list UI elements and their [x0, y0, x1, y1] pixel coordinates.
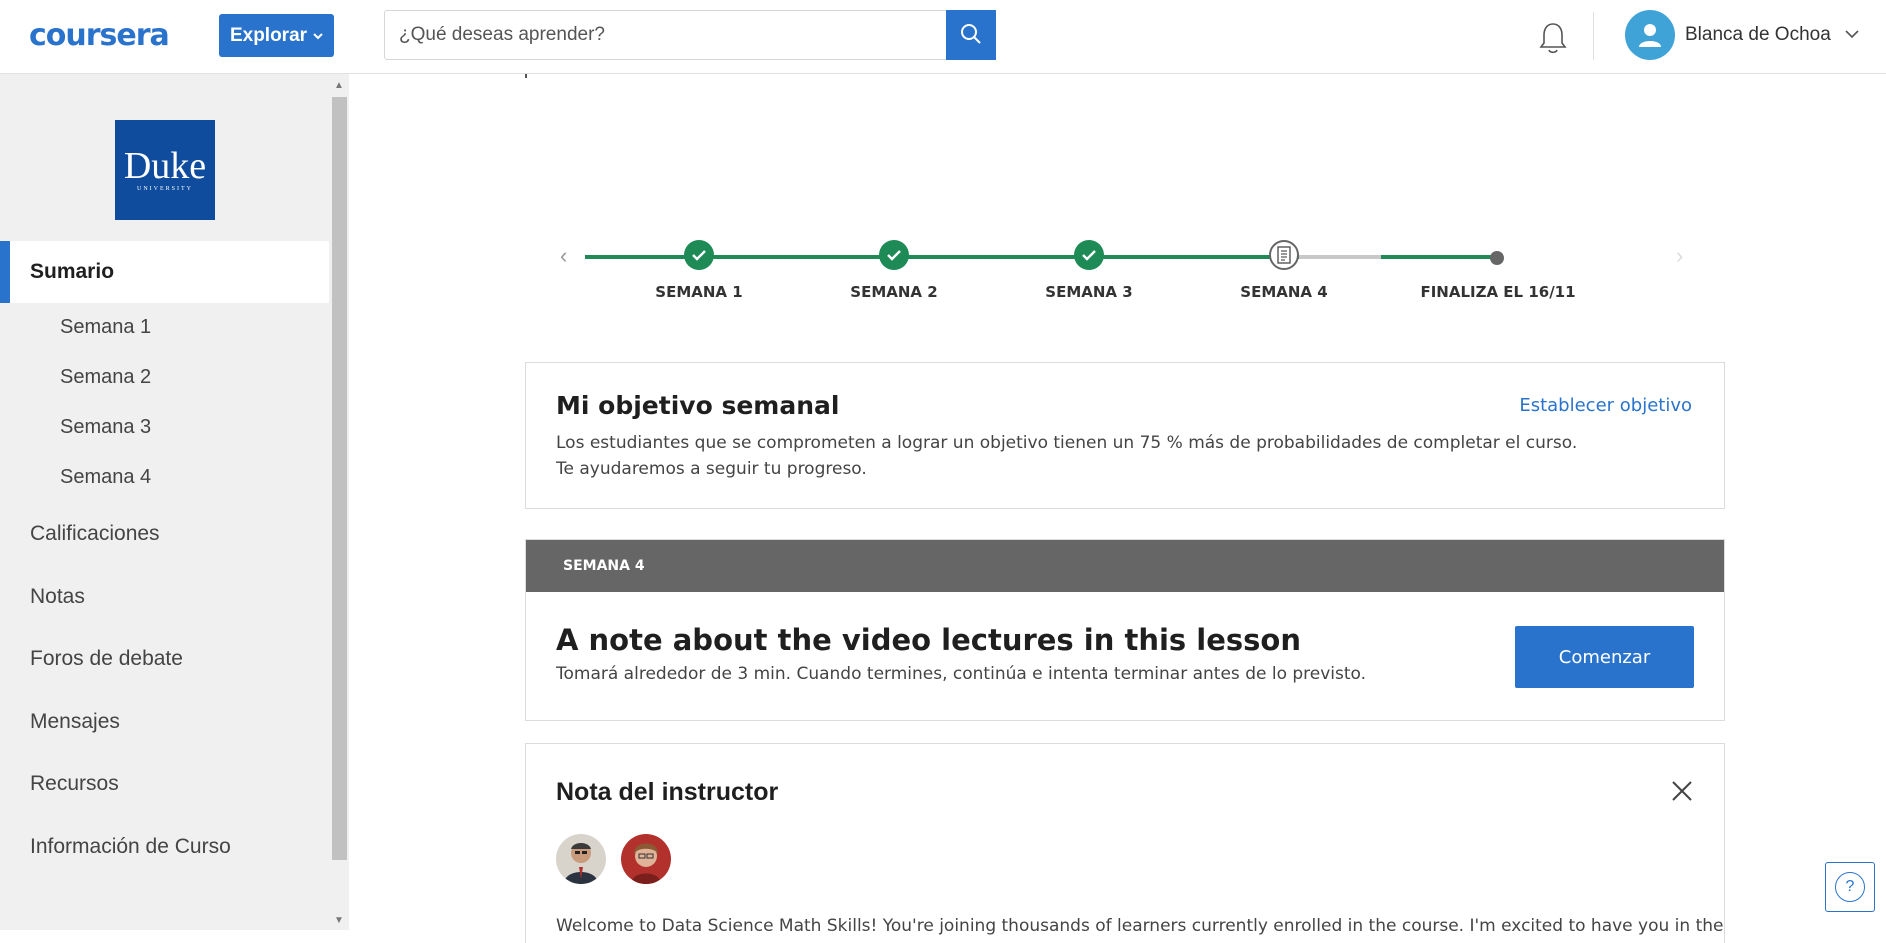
instructor-avatar-1 — [556, 834, 606, 884]
start-lesson-button[interactable]: Comenzar — [1515, 626, 1694, 688]
timeline-prev-arrow-icon[interactable]: ‹ — [560, 243, 567, 269]
timeline-step-2-check-icon[interactable] — [879, 240, 909, 270]
instructor-note-card: Nota del instructor Welcome to Data Scie… — [525, 743, 1725, 943]
close-icon[interactable] — [1668, 777, 1696, 805]
explore-label: Explorar — [229, 24, 308, 46]
duke-university-logo[interactable]: Duke UNIVERSITY — [115, 120, 215, 220]
user-name: Blanca de Ochoa — [1685, 24, 1831, 45]
goal-description: Los estudiantes que se comprometen a log… — [556, 430, 1577, 482]
timeline-end-line — [1381, 255, 1496, 259]
timeline-next-arrow-icon[interactable]: › — [1676, 243, 1683, 269]
week-4-card: SEMANA 4 A note about the video lectures… — [525, 539, 1725, 721]
sidebar-item-recursos[interactable]: Recursos — [30, 772, 119, 796]
scroll-up-arrow-icon[interactable]: ▲ — [334, 80, 344, 91]
top-header: coursera Explorar Blanca de Ochoa — [0, 0, 1886, 74]
search-input[interactable] — [385, 11, 947, 59]
scroll-down-arrow-icon[interactable]: ▼ — [334, 915, 344, 926]
timeline-step-1-check-icon[interactable] — [684, 240, 714, 270]
help-button[interactable]: ? — [1825, 862, 1875, 912]
timeline-step-4-document-icon[interactable] — [1269, 240, 1299, 270]
lesson-title: A note about the video lectures in this … — [556, 623, 1301, 657]
header-divider — [1593, 12, 1594, 60]
sidebar-item-informacion[interactable]: Información de Curso — [30, 835, 231, 859]
timeline-remaining-line — [1299, 255, 1381, 259]
week-band-label: SEMANA 4 — [526, 540, 1724, 592]
help-icon: ? — [1835, 872, 1865, 902]
chevron-down-icon — [1845, 26, 1859, 44]
timeline-step-3-check-icon[interactable] — [1074, 240, 1104, 270]
sidebar-item-semana-3[interactable]: Semana 3 — [60, 416, 151, 439]
sidebar-item-semana-4[interactable]: Semana 4 — [60, 466, 151, 489]
explore-button[interactable]: Explorar — [219, 14, 334, 57]
timeline-end-dot — [1490, 251, 1504, 265]
logo-subtext: UNIVERSITY — [137, 186, 193, 192]
user-avatar-icon — [1625, 10, 1675, 60]
goal-title: Mi objetivo semanal — [556, 391, 840, 420]
timeline-label-4: SEMANA 4 — [1240, 283, 1328, 301]
sidebar-item-semana-1[interactable]: Semana 1 — [60, 316, 151, 339]
instructor-note-text: Welcome to Data Science Math Skills! You… — [556, 916, 1724, 936]
sidebar-item-sumario[interactable]: Sumario — [0, 241, 329, 303]
user-menu[interactable]: Blanca de Ochoa — [1625, 10, 1859, 60]
notifications-bell-icon[interactable] — [1537, 20, 1569, 56]
sidebar-item-foros[interactable]: Foros de debate — [30, 647, 183, 671]
timeline-label-end: FINALIZA EL 16/11 — [1420, 283, 1576, 301]
sidebar-item-semana-2[interactable]: Semana 2 — [60, 366, 151, 389]
search-box — [384, 10, 996, 60]
sidebar-item-mensajes[interactable]: Mensajes — [30, 710, 120, 734]
goal-line-1: Los estudiantes que se comprometen a log… — [556, 433, 1578, 453]
goal-line-2: Te ayudaremos a seguir tu progreso. — [556, 459, 867, 479]
timeline-label-1: SEMANA 1 — [655, 283, 743, 301]
weekly-goal-card: Mi objetivo semanal Establecer objetivo … — [525, 362, 1725, 509]
coursera-logo[interactable]: coursera — [29, 18, 170, 53]
chevron-down-icon — [313, 29, 323, 43]
lesson-duration-text: Tomará alrededor de 3 min. Cuando termin… — [556, 664, 1367, 684]
logo-text: Duke — [123, 145, 207, 187]
search-icon — [960, 23, 982, 48]
search-button[interactable] — [946, 10, 996, 60]
instructor-avatar-2 — [621, 834, 671, 884]
timeline-label-2: SEMANA 2 — [850, 283, 938, 301]
sidebar-scroll-thumb[interactable] — [332, 97, 347, 860]
sidebar-item-calificaciones[interactable]: Calificaciones — [30, 522, 160, 546]
set-goal-link[interactable]: Establecer objetivo — [1519, 395, 1692, 416]
sidebar-item-notas[interactable]: Notas — [30, 585, 85, 609]
instructor-note-title: Nota del instructor — [556, 778, 779, 806]
timeline-label-3: SEMANA 3 — [1045, 283, 1133, 301]
